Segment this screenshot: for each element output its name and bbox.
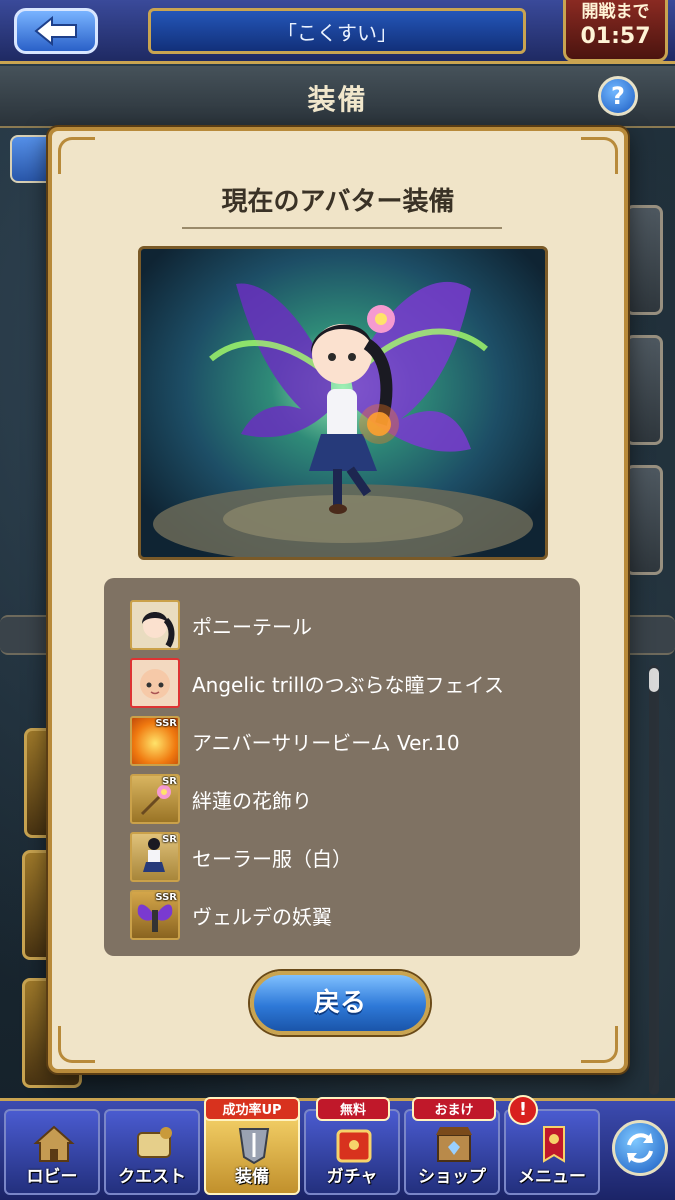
background-side-button [625, 205, 663, 315]
equipment-name: 絆蓮の花飾り [192, 788, 312, 813]
quest-icon [137, 1127, 172, 1158]
background-side-button [625, 335, 663, 445]
section-title: 装備 [307, 83, 368, 116]
help-button[interactable]: ? [598, 76, 638, 116]
equipment-name: ポニーテール [192, 614, 312, 639]
gacha-icon [336, 1129, 372, 1163]
player-name: 「こくすい」 [277, 20, 397, 45]
corner-ornament [58, 137, 95, 174]
scrollbar-track[interactable] [649, 665, 659, 1095]
bonus-badge: おまけ [412, 1097, 496, 1121]
nav-label: ショップ [418, 1167, 486, 1187]
scrollbar-thumb[interactable] [649, 668, 659, 692]
equipment-list: ポニーテール Angelic trillのつぶらな瞳フェイス SSR アニバーサ… [104, 578, 580, 956]
face-icon [130, 658, 180, 708]
section-header: 装備 [0, 66, 675, 128]
rarity-badge: SR [162, 776, 177, 787]
top-bar: 「こくすい」 開戦まで 01:57 [0, 0, 675, 64]
equipment-name: セーラー服（白） [192, 846, 352, 871]
avatar-equipment-dialog: 現在のアバター装備 ポニーテール Angelic trillのつぶらな瞳フェイス… [48, 127, 628, 1073]
rarity-badge: SSR [155, 718, 177, 729]
avatar-preview [138, 246, 548, 560]
lobby-icon [33, 1125, 75, 1162]
nav-label: クエスト [118, 1167, 186, 1187]
shop-icon [436, 1127, 472, 1162]
nav-lobby[interactable]: ロビー [4, 1109, 100, 1195]
nav-label: ガチャ [326, 1167, 378, 1187]
list-item[interactable]: SR 絆蓮の花飾り [130, 772, 570, 826]
nav-label: 装備 [235, 1167, 269, 1187]
back-button[interactable]: 戻る [250, 971, 430, 1035]
timer-value: 01:57 [580, 24, 651, 49]
nav-equipment[interactable]: 成功率UP 装備 [204, 1097, 300, 1195]
bottom-navigation: ロビー クエスト 成功率UP 装備 無料 ガチャ おまけ ショップ ! メニュー [0, 1095, 675, 1200]
equipment-name: ヴェルデの妖翼 [192, 904, 332, 929]
battle-timer: 開戦まで 01:57 [563, 0, 668, 62]
title-divider [182, 227, 502, 229]
nav-shop[interactable]: おまけ ショップ [404, 1097, 500, 1195]
corner-ornament [581, 1026, 618, 1063]
list-item[interactable]: SR セーラー服（白） [130, 830, 570, 884]
hair-icon [130, 600, 180, 650]
list-item[interactable]: SSR ヴェルデの妖翼 [130, 888, 570, 942]
nav-gacha[interactable]: 無料 ガチャ [304, 1097, 400, 1195]
avatar-character-illustration [153, 281, 533, 557]
wings-icon: SSR [130, 890, 180, 940]
rarity-badge: SR [162, 834, 177, 845]
arrow-left-icon [34, 16, 77, 46]
sailor-uniform-icon: SR [130, 832, 180, 882]
nav-label: ロビー [26, 1167, 78, 1187]
menu-icon [543, 1126, 565, 1163]
equipment-name: アニバーサリービーム Ver.10 [192, 730, 460, 755]
list-item[interactable]: SSR アニバーサリービーム Ver.10 [130, 714, 570, 768]
timer-label: 開戦まで [581, 2, 650, 22]
list-item[interactable]: ポニーテール [130, 598, 570, 652]
refresh-button[interactable] [612, 1120, 668, 1176]
flower-ornament-icon: SR [130, 774, 180, 824]
nav-label: メニュー [518, 1167, 586, 1187]
beam-icon: SSR [130, 716, 180, 766]
corner-ornament [58, 1026, 95, 1063]
refresh-icon [627, 1133, 653, 1163]
equipment-name: Angelic trillのつぶらな瞳フェイス [192, 672, 504, 697]
success-rate-up-badge: 成功率UP [204, 1097, 300, 1121]
corner-ornament [581, 137, 618, 174]
nav-quest[interactable]: クエスト [104, 1109, 200, 1195]
rarity-badge: SSR [155, 892, 177, 903]
background-side-button [625, 465, 663, 575]
nav-menu[interactable]: ! メニュー [504, 1095, 600, 1195]
dialog-title: 現在のアバター装備 [221, 187, 455, 217]
list-item[interactable]: Angelic trillのつぶらな瞳フェイス [130, 656, 570, 710]
player-name-banner: 「こくすい」 [148, 8, 526, 54]
equipment-icon [238, 1128, 270, 1165]
back-arrow-button[interactable] [14, 8, 98, 54]
free-badge: 無料 [316, 1097, 390, 1121]
